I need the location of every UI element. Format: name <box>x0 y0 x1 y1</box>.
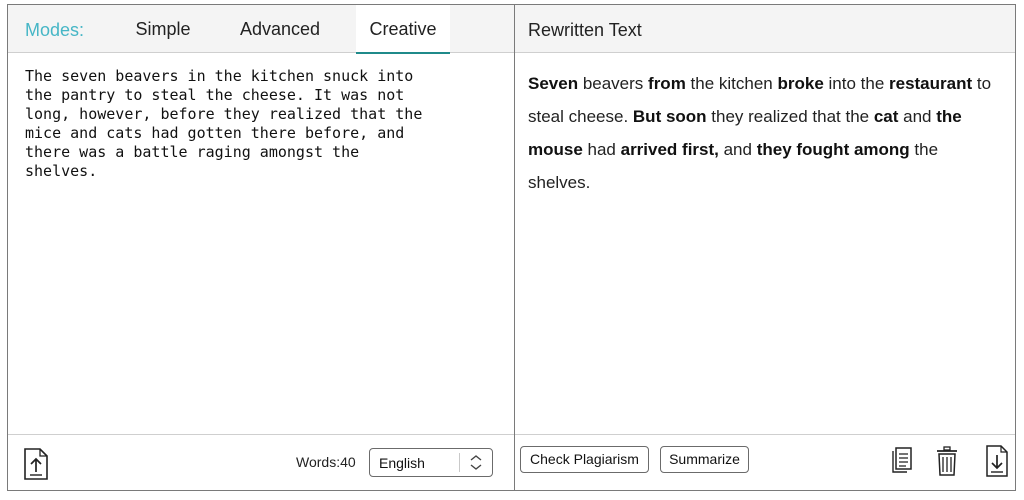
input-footer: Words:40 English <box>8 434 514 490</box>
rewritten-text: Seven beavers from the kitchen broke int… <box>528 67 998 199</box>
rewritten-text-segment: beavers <box>578 74 649 93</box>
trash-icon[interactable] <box>935 445 959 477</box>
check-plagiarism-button[interactable]: Check Plagiarism <box>520 446 649 473</box>
language-select[interactable]: English <box>369 448 493 477</box>
rewritten-text-segment: and <box>898 107 937 126</box>
input-text-area[interactable]: The seven beavers in the kitchen snuck i… <box>25 67 505 181</box>
rewritten-changed-phrase: cat <box>873 107 899 126</box>
tab-simple[interactable]: Simple <box>128 5 198 52</box>
download-icon[interactable] <box>985 445 1009 477</box>
upload-icon[interactable] <box>21 448 51 480</box>
output-footer: Check Plagiarism Summarize <box>515 434 1015 490</box>
word-count: Words:40 <box>296 454 356 470</box>
tab-advanced[interactable]: Advanced <box>230 5 330 52</box>
modes-label: Modes: <box>25 20 85 40</box>
words-label: Words: <box>296 454 341 470</box>
rewritten-changed-phrase: from <box>648 74 686 93</box>
rewritten-text-title: Rewritten Text <box>528 20 642 40</box>
rewritten-changed-phrase: But soon <box>632 107 707 126</box>
chevron-up-down-icon <box>459 453 482 472</box>
input-pane: Modes: Simple Advanced Creative The seve… <box>8 5 515 490</box>
rewritten-changed-phrase: arrived first, <box>620 140 719 159</box>
summarize-button[interactable]: Summarize <box>660 446 749 473</box>
words-value: 40 <box>340 454 356 470</box>
rewritten-text-segment: into the <box>823 74 889 93</box>
rewritten-changed-phrase: they fought among <box>756 140 910 159</box>
rewritten-text-segment: and <box>718 140 757 159</box>
output-pane: Rewritten Text Seven beavers from the ki… <box>515 5 1015 490</box>
paraphraser-app: Modes: Simple Advanced Creative The seve… <box>7 4 1016 491</box>
rewritten-text-segment: the kitchen <box>685 74 778 93</box>
tab-creative[interactable]: Creative <box>356 5 450 54</box>
language-value: English <box>379 455 425 471</box>
rewritten-changed-phrase: Seven <box>528 74 579 93</box>
copy-icon[interactable] <box>890 445 914 477</box>
rewritten-changed-phrase: broke <box>777 74 824 93</box>
modes-header: Modes: Simple Advanced Creative <box>8 5 514 54</box>
rewritten-changed-phrase: restaurant <box>889 74 973 93</box>
output-header: Rewritten Text <box>515 5 1015 53</box>
rewritten-text-segment: they realized that the <box>706 107 874 126</box>
rewritten-text-segment: had <box>582 140 621 159</box>
